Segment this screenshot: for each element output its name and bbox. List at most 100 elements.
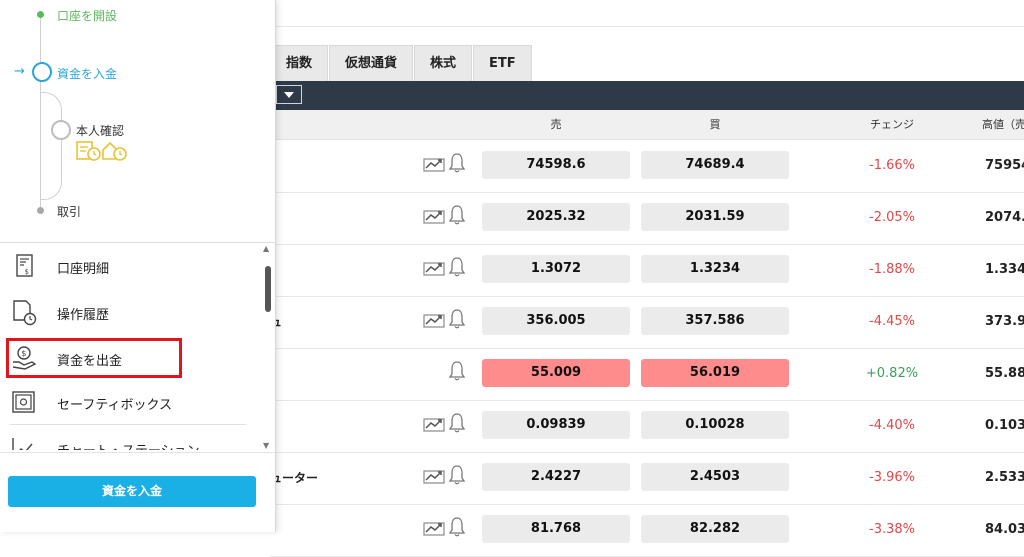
progress-branch [40, 92, 62, 200]
buy-price-button[interactable]: 1.3234 [641, 255, 789, 283]
change-value: +0.82% [865, 366, 919, 381]
sell-price-button[interactable]: 55.009 [482, 359, 630, 387]
header-buy: 買 [709, 118, 721, 131]
trend-chart-icon[interactable] [423, 519, 445, 537]
menu-item-chart-station[interactable]: チャート・ステーション [0, 426, 262, 450]
trend-chart-icon[interactable] [423, 155, 445, 173]
menu-label-safe: セーフティボックス [57, 398, 173, 413]
buy-price-button[interactable]: 2.4503 [641, 463, 789, 491]
step-done-dot [37, 11, 44, 18]
change-value: -1.88% [869, 262, 915, 277]
sell-price-button[interactable]: 81.768 [482, 515, 630, 543]
menu-item-safe[interactable]: セーフティボックス [0, 380, 262, 426]
step-open-account[interactable]: 口座を開設 [57, 7, 117, 24]
buy-price-button[interactable]: 2031.59 [641, 203, 789, 231]
high-value: 75954 [985, 158, 1024, 173]
high-value: 0.1033 [985, 418, 1024, 433]
filter-dropdown[interactable] [276, 85, 302, 104]
high-value: 84.03 [985, 522, 1024, 537]
buy-price-button[interactable]: 82.282 [641, 515, 789, 543]
table-row[interactable]: ューター 2.4227 2.4503 -3.96% 2.533 [270, 452, 1024, 505]
step-deposit[interactable]: 資金を入金 [57, 65, 117, 82]
high-value: 2.533 [985, 470, 1024, 485]
category-tabs: 指数 仮想通貨 株式 ETF [270, 45, 533, 81]
bell-icon[interactable] [448, 152, 466, 174]
chart-icon [12, 438, 33, 450]
high-value: 1.334 [985, 262, 1024, 277]
menu-item-history[interactable]: 操作履歴 [0, 290, 262, 336]
current-step-ring [32, 62, 52, 82]
sell-price-button[interactable]: 74598.6 [482, 151, 630, 179]
table-row[interactable]: 0.09839 0.10028 -4.40% 0.1033 [270, 400, 1024, 453]
tab-etf[interactable]: ETF [473, 45, 532, 81]
trend-chart-icon[interactable] [423, 207, 445, 225]
step-identity[interactable]: 本人確認 [76, 122, 124, 139]
trend-chart-icon[interactable] [423, 311, 445, 329]
table-row[interactable]: 1.3072 1.3234 -1.88% 1.334 [270, 244, 1024, 297]
menu-label-chart-station: チャート・ステーション [57, 440, 200, 450]
buy-price-button[interactable]: 56.019 [641, 359, 789, 387]
table-row[interactable]: 81.768 82.282 -3.38% 84.03 [270, 504, 1024, 557]
change-value: -3.38% [869, 522, 915, 537]
bell-icon[interactable] [448, 360, 466, 382]
instrument-name[interactable]: ューター [270, 452, 318, 504]
change-value: -3.96% [869, 470, 915, 485]
highlight-box [6, 338, 182, 378]
change-value: -4.40% [869, 418, 915, 433]
table-row[interactable]: 55.009 56.019 +0.82% 55.88 [270, 348, 1024, 401]
change-value: -2.05% [869, 210, 915, 225]
statement-icon: $ [16, 254, 33, 277]
table-row[interactable]: ュ356.005357.586-4.45%373.95 [270, 296, 1024, 349]
scroll-up-arrow-icon[interactable]: ▲ [263, 244, 269, 253]
header-change: チェンジ [870, 118, 914, 131]
bell-icon[interactable] [448, 516, 466, 538]
account-side-panel: 口座を開設 → 資金を入金 本人確認 取引 $ 口座明細 操作履歴 $ 資金を出… [0, 0, 276, 532]
trend-chart-icon[interactable] [423, 415, 445, 433]
history-icon [13, 300, 37, 326]
table-row[interactable]: 2025.32 2031.59 -2.05% 2074.2 [270, 192, 1024, 245]
high-value: 373.95 [985, 314, 1024, 329]
scroll-down-arrow-icon[interactable]: ▼ [263, 441, 269, 450]
deposit-button[interactable]: 資金を入金 [8, 476, 256, 507]
table-row[interactable]: 74598.6 74689.4 -1.66% 75954 [270, 140, 1024, 193]
menu-label-statement: 口座明細 [57, 262, 110, 277]
sell-price-button[interactable]: 0.09839 [482, 411, 630, 439]
header-sell: 売 [550, 118, 562, 131]
sell-price-button[interactable]: 356.005 [482, 307, 630, 335]
menu-divider [10, 424, 246, 425]
identity-step-ring [51, 120, 71, 140]
tab-indices[interactable]: 指数 [270, 45, 329, 81]
step-trade-dot [37, 207, 44, 214]
trend-chart-icon[interactable] [423, 259, 445, 277]
filter-bar [270, 81, 1024, 110]
tab-crypto[interactable]: 仮想通貨 [329, 45, 414, 81]
dropdown-arrow-icon [284, 92, 294, 98]
sell-price-button[interactable]: 2.4227 [482, 463, 630, 491]
menu-label-history: 操作履歴 [57, 308, 110, 323]
buy-price-button[interactable]: 357.586 [641, 307, 789, 335]
sell-price-button[interactable]: 2025.32 [482, 203, 630, 231]
buy-price-button[interactable]: 74689.4 [641, 151, 789, 179]
panel-divider [0, 242, 275, 243]
header-high: 高値（売 [982, 118, 1024, 131]
change-value: -1.66% [869, 158, 915, 173]
change-value: -4.45% [869, 314, 915, 329]
high-value: 55.88 [985, 366, 1024, 381]
bell-icon[interactable] [448, 204, 466, 226]
scrollbar-thumb[interactable] [265, 266, 271, 312]
bell-icon[interactable] [448, 308, 466, 330]
buy-price-button[interactable]: 0.10028 [641, 411, 789, 439]
bell-icon[interactable] [448, 464, 466, 486]
table-header: 売 買 チェンジ 高値（売 [270, 110, 1024, 140]
svg-text:$: $ [25, 268, 29, 276]
tab-stocks[interactable]: 株式 [414, 45, 473, 81]
safe-icon [12, 391, 35, 413]
bell-icon[interactable] [448, 256, 466, 278]
trend-chart-icon[interactable] [423, 467, 445, 485]
identity-pending-icon [76, 141, 127, 161]
sell-price-button[interactable]: 1.3072 [482, 255, 630, 283]
bell-icon[interactable] [448, 412, 466, 434]
step-trade[interactable]: 取引 [57, 203, 81, 220]
high-value: 2074.2 [985, 210, 1024, 225]
menu-item-statement[interactable]: $ 口座明細 [0, 244, 262, 290]
